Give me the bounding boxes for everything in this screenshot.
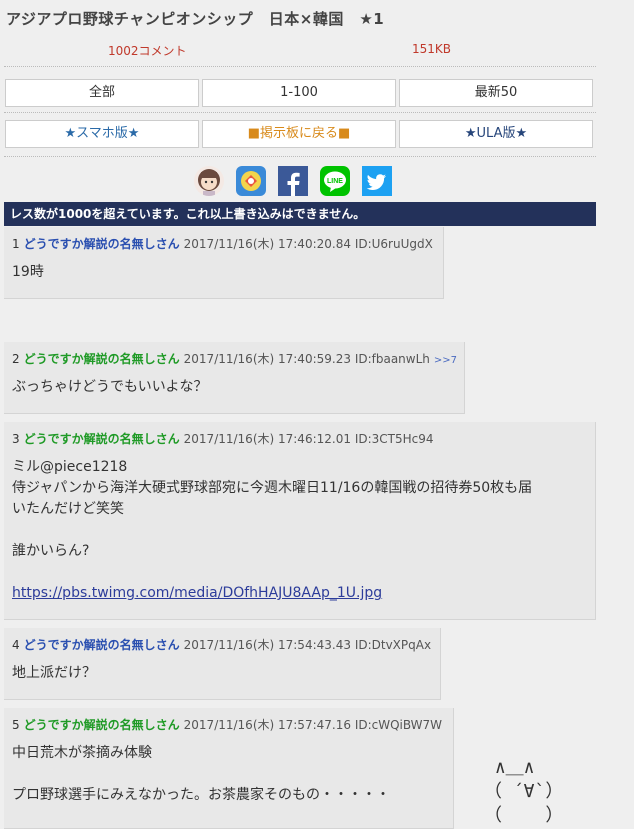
facebook-icon[interactable] (278, 166, 308, 196)
poster-id[interactable]: ID:DtvXPqAx (355, 638, 431, 652)
post-body: 中日荒木が茶摘み体験 プロ野球選手にみえなかった。お茶農家そのもの・・・・・ (12, 743, 445, 806)
mobile-version-button[interactable]: ★スマホ版★ (5, 120, 199, 148)
app-share-icon[interactable] (236, 166, 266, 196)
poster-id[interactable]: ID:U6ruUgdX (355, 237, 433, 251)
post-line: 19時 (12, 264, 44, 280)
post-1: 1 どうですか解説の名無しさん 2017/11/16(木) 17:40:20.84 … (4, 227, 444, 299)
post-number: 5 (12, 718, 20, 732)
avatar-share-icon[interactable] (194, 166, 224, 196)
poster-name[interactable]: どうですか解説の名無しさん (24, 352, 180, 366)
image-link[interactable]: https://pbs.twimg.com/media/DOfhHAJU8AAp… (12, 585, 382, 601)
comment-count: 1002コメント (108, 44, 187, 58)
divider (4, 112, 596, 113)
all-posts-button[interactable]: 全部 (5, 79, 199, 107)
post-date: 2017/11/16(木) 17:40:20.84 (183, 237, 351, 251)
post-line: 誰かいらん? (12, 543, 90, 559)
ascii-art-cat: ∧＿∧ （ ´∀`） （ ） (484, 757, 564, 826)
post-date: 2017/11/16(木) 17:57:47.16 (183, 718, 351, 732)
reply-ref-link[interactable]: >>7 (434, 355, 457, 366)
latest-50-button[interactable]: 最新50 (399, 79, 593, 107)
post-number: 2 (12, 352, 20, 366)
post-number: 4 (12, 638, 20, 652)
post-date: 2017/11/16(木) 17:40:59.23 (183, 352, 351, 366)
back-to-board-button[interactable]: ■掲示板に戻る■ (202, 120, 396, 148)
post-body: ミル@piece1218 侍ジャパンから海洋大硬式野球部宛に今週木曜日11/16… (12, 457, 587, 604)
post-line: 地上派だけ？ (12, 665, 96, 681)
range-button[interactable]: 1-100 (202, 79, 396, 107)
post-line: プロ野球選手にみえなかった。お茶農家そのもの・・・・・ (12, 787, 390, 803)
post-limit-notice: レス数が1000を超えています。これ以上書き込みはできません。 (4, 202, 596, 226)
poster-name[interactable]: どうですか解説の名無しさん (24, 638, 180, 652)
post-date: 2017/11/16(木) 17:46:12.01 (183, 432, 351, 446)
thread-size: 151KB (412, 42, 452, 56)
poster-name[interactable]: どうですか解説の名無しさん (24, 718, 180, 732)
post-line: 中日荒木が茶摘み体験 (12, 745, 152, 761)
twitter-icon[interactable] (362, 166, 392, 196)
post-body: ぶっちゃけどうでもいいよな？ (12, 377, 456, 398)
poster-id[interactable]: ID:cWQiBW7W (355, 718, 442, 732)
post-line: ミル@piece1218 (12, 459, 128, 475)
post-5: 5 どうですか解説の名無しさん 2017/11/16(木) 17:57:47.16 … (4, 708, 454, 829)
line-icon[interactable]: LINE (320, 166, 350, 196)
post-number: 1 (12, 237, 20, 251)
post-body: 地上派だけ？ (12, 663, 432, 684)
divider (4, 66, 596, 67)
poster-name[interactable]: どうですか解説の名無しさん (24, 432, 180, 446)
post-number: 3 (12, 432, 20, 446)
post-4: 4 どうですか解説の名無しさん 2017/11/16(木) 17:54:43.43 … (4, 628, 441, 700)
poster-id[interactable]: ID:fbaanwLh (355, 352, 430, 366)
post-line: ぶっちゃけどうでもいいよな？ (12, 379, 208, 395)
post-3: 3 どうですか解説の名無しさん 2017/11/16(木) 17:46:12.01 … (4, 422, 596, 620)
thread-title: アジアプロ野球チャンピオンシップ 日本×韓国 ★1 (6, 10, 385, 28)
post-body: 19時 (12, 262, 435, 283)
post-2: 2 どうですか解説の名無しさん 2017/11/16(木) 17:40:59.23 … (4, 342, 465, 414)
post-line: 侍ジャパンから海洋大硬式野球部宛に今週木曜日11/16の韓国戦の招待券50枚も届 (12, 480, 533, 496)
post-line: いたんだけど笑笑 (12, 501, 124, 517)
poster-name[interactable]: どうですか解説の名無しさん (24, 237, 180, 251)
ula-version-button[interactable]: ★ULA版★ (399, 120, 593, 148)
divider (4, 156, 596, 157)
post-date: 2017/11/16(木) 17:54:43.43 (183, 638, 351, 652)
svg-text:LINE: LINE (327, 178, 343, 185)
poster-id[interactable]: ID:3CT5Hc94 (355, 432, 434, 446)
